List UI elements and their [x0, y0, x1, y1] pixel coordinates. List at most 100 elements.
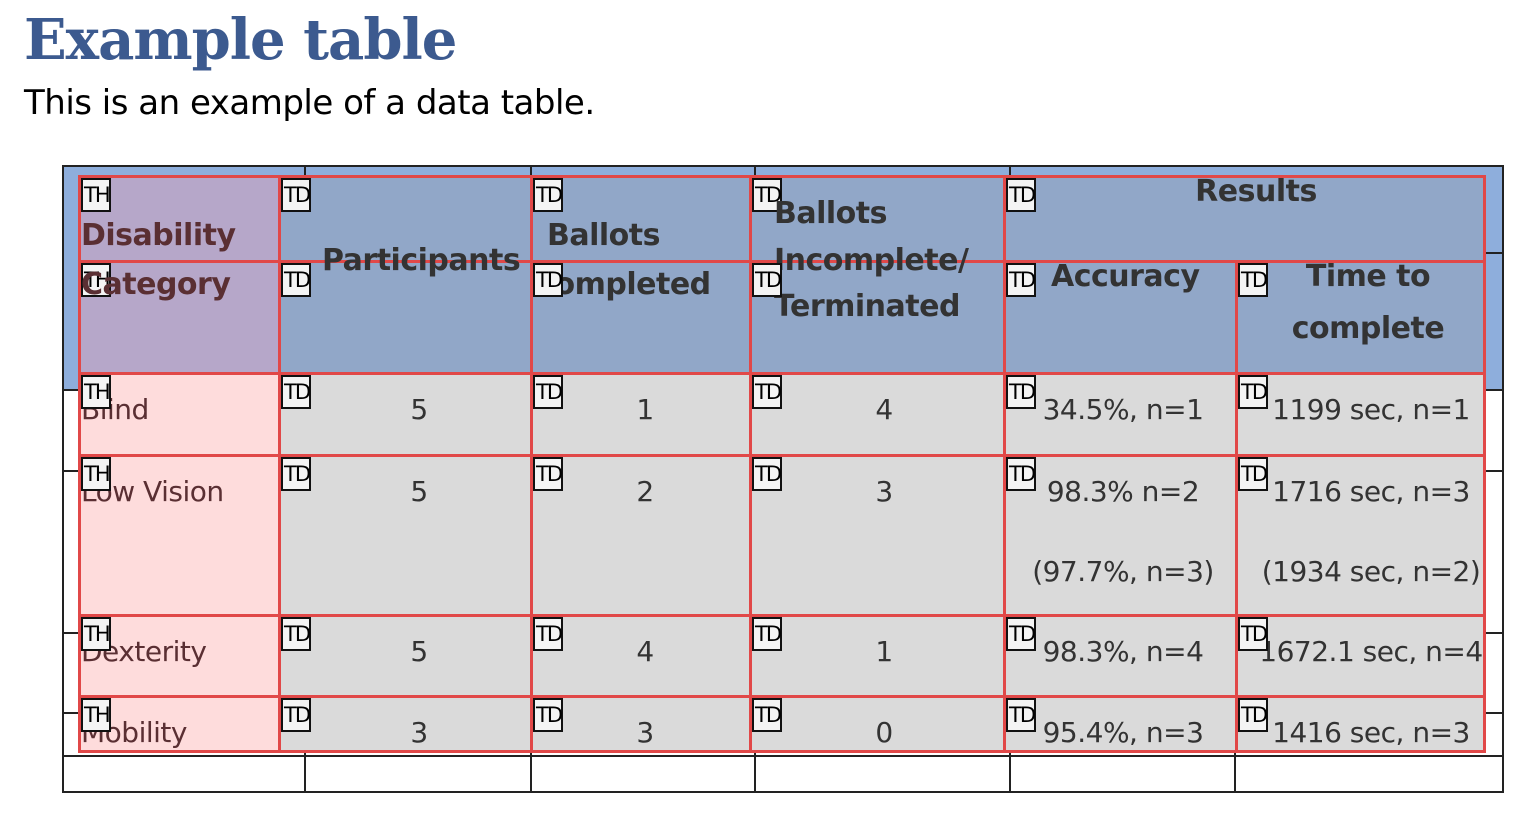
- table-cell-participants: 5 TD: [278, 614, 533, 698]
- td-tag: TD: [1006, 617, 1036, 651]
- table-cell-category: Dexterity TH: [78, 614, 281, 698]
- table-cell-time: 1416 sec, n=3 TD: [1235, 695, 1486, 753]
- header-participants: Participants: [322, 243, 521, 278]
- td-tag: TD: [281, 617, 311, 651]
- cell-secondary-value: (97.7%, n=3): [1032, 555, 1214, 588]
- cell-value: 98.3% n=2: [1046, 475, 1200, 508]
- td-tag: TD: [281, 698, 311, 732]
- header-disability-line2: Category: [81, 267, 231, 302]
- table-cell-participants: 3 TD: [278, 695, 533, 753]
- cell-value: 3: [636, 716, 654, 749]
- cell-value: 3: [410, 716, 428, 749]
- td-tag: TD: [1238, 375, 1268, 409]
- table-cell-participants: 5 TD: [278, 454, 533, 617]
- cell-value: 5: [410, 475, 428, 508]
- td-tag: TD: [281, 375, 311, 409]
- td-tag: TD: [533, 263, 563, 297]
- cell-value: 34.5%, n=1: [1042, 393, 1204, 426]
- table-cell-category: Mobility TH: [78, 695, 281, 753]
- page-subtitle: This is an example of a data table.: [24, 83, 595, 123]
- td-tag: TD: [1006, 698, 1036, 732]
- cell-value: 1416 sec, n=3: [1272, 716, 1470, 749]
- table-cell-incomplete: 1 TD: [749, 614, 1006, 698]
- table-cell-time: 1716 sec, n=3 (1934 sec, n=2) TD: [1235, 454, 1486, 617]
- header-disability-line1: Disability: [81, 218, 236, 253]
- cell-value: 1199 sec, n=1: [1272, 393, 1470, 426]
- header-cell-category: TH Category: [78, 260, 281, 375]
- td-tag: TD: [1006, 178, 1036, 212]
- cell-value: 4: [636, 635, 654, 668]
- header-cell-completed: Completed TD: [530, 260, 752, 375]
- table-cell-accuracy: 98.3%, n=4 TD: [1003, 614, 1238, 698]
- table-cell-incomplete: 4 TD: [749, 372, 1006, 457]
- cell-value: 1: [636, 393, 654, 426]
- header-cell-incomplete: Incomplete/ Terminated TD: [749, 243, 1006, 375]
- td-tag: TD: [1006, 263, 1036, 297]
- header-cell-time: TD Time to complete: [1235, 259, 1486, 375]
- row-divider: [64, 755, 1502, 757]
- cell-value: 3: [875, 475, 893, 508]
- td-tag: TD: [533, 617, 563, 651]
- table-cell-completed: 3 TD: [530, 695, 752, 753]
- td-tag: TD: [281, 178, 311, 212]
- header-time-line1: Time to: [1305, 259, 1431, 294]
- header-ballots-incomplete-line1: Ballots: [774, 196, 887, 231]
- td-tag: TD: [1238, 698, 1268, 732]
- table-cell-participants: 5 TD: [278, 372, 533, 457]
- table-cell-incomplete: 3 TD: [749, 454, 1006, 617]
- table-cell-time: 1672.1 sec, n=4 TD: [1235, 614, 1486, 698]
- table-cell-incomplete: 0 TD: [749, 695, 1006, 753]
- header-ballots-incomplete-line3: Terminated: [774, 289, 960, 324]
- header-cell-ballots-completed: TD Ballots: [530, 175, 752, 263]
- td-tag: TD: [752, 263, 782, 297]
- table-cell-category: Low Vision TH: [78, 454, 281, 617]
- cell-value: 5: [410, 393, 428, 426]
- header-ballots-incomplete-line2: Incomplete/: [774, 243, 969, 278]
- header-cell-results: TD Results: [1003, 174, 1486, 263]
- header-cell-disability: TH Disability: [78, 175, 281, 263]
- td-tag: TD: [1006, 457, 1036, 491]
- td-tag: TD: [1238, 617, 1268, 651]
- cell-value: 1672.1 sec, n=4: [1259, 635, 1483, 668]
- table-cell-accuracy: 95.4%, n=3 TD: [1003, 695, 1238, 753]
- cell-value: 98.3%, n=4: [1042, 635, 1204, 668]
- td-tag: TD: [1238, 457, 1268, 491]
- th-tag: TH: [81, 457, 111, 491]
- th-tag: TH: [81, 698, 111, 732]
- td-tag: TD: [752, 375, 782, 409]
- td-tag: TD: [752, 698, 782, 732]
- td-tag: TD: [533, 375, 563, 409]
- td-tag: TD: [752, 617, 782, 651]
- cell-secondary-value: (1934 sec, n=2): [1261, 555, 1481, 588]
- th-tag: TH: [81, 617, 111, 651]
- table-cell-completed: 1 TD: [530, 372, 752, 457]
- cell-value: 1: [875, 635, 893, 668]
- header-cell-accuracy: TD Accuracy: [1003, 259, 1238, 375]
- cell-value: 5: [410, 635, 428, 668]
- td-tag: TD: [533, 178, 563, 212]
- table-cell-time: 1199 sec, n=1 TD: [1235, 372, 1486, 457]
- td-tag: TD: [533, 457, 563, 491]
- td-tag: TD: [1238, 263, 1268, 297]
- cell-value: 2: [636, 475, 654, 508]
- table-cell-completed: 4 TD: [530, 614, 752, 698]
- th-tag: TH: [81, 375, 111, 409]
- td-tag: TD: [1006, 375, 1036, 409]
- header-results: Results: [1195, 174, 1317, 209]
- th-tag: TH: [81, 178, 111, 212]
- table-cell-accuracy: 98.3% n=2 (97.7%, n=3) TD: [1003, 454, 1238, 617]
- td-tag: TD: [281, 263, 311, 297]
- cell-value: 4: [875, 393, 893, 426]
- header-ballots-completed-line1: Ballots: [547, 218, 660, 253]
- cell-value: 95.4%, n=3: [1042, 716, 1204, 749]
- table-cell-category: Blind TH: [78, 372, 281, 457]
- table-cell-completed: 2 TD: [530, 454, 752, 617]
- cell-value: 1716 sec, n=3: [1272, 475, 1470, 508]
- td-tag: TD: [281, 457, 311, 491]
- header-accuracy: Accuracy: [1051, 259, 1200, 294]
- page-title: Example table: [24, 7, 457, 73]
- table-cell-accuracy: 34.5%, n=1 TD: [1003, 372, 1238, 457]
- cell-value: 0: [875, 716, 893, 749]
- header-time-line2: complete: [1291, 311, 1445, 346]
- td-tag: TD: [752, 457, 782, 491]
